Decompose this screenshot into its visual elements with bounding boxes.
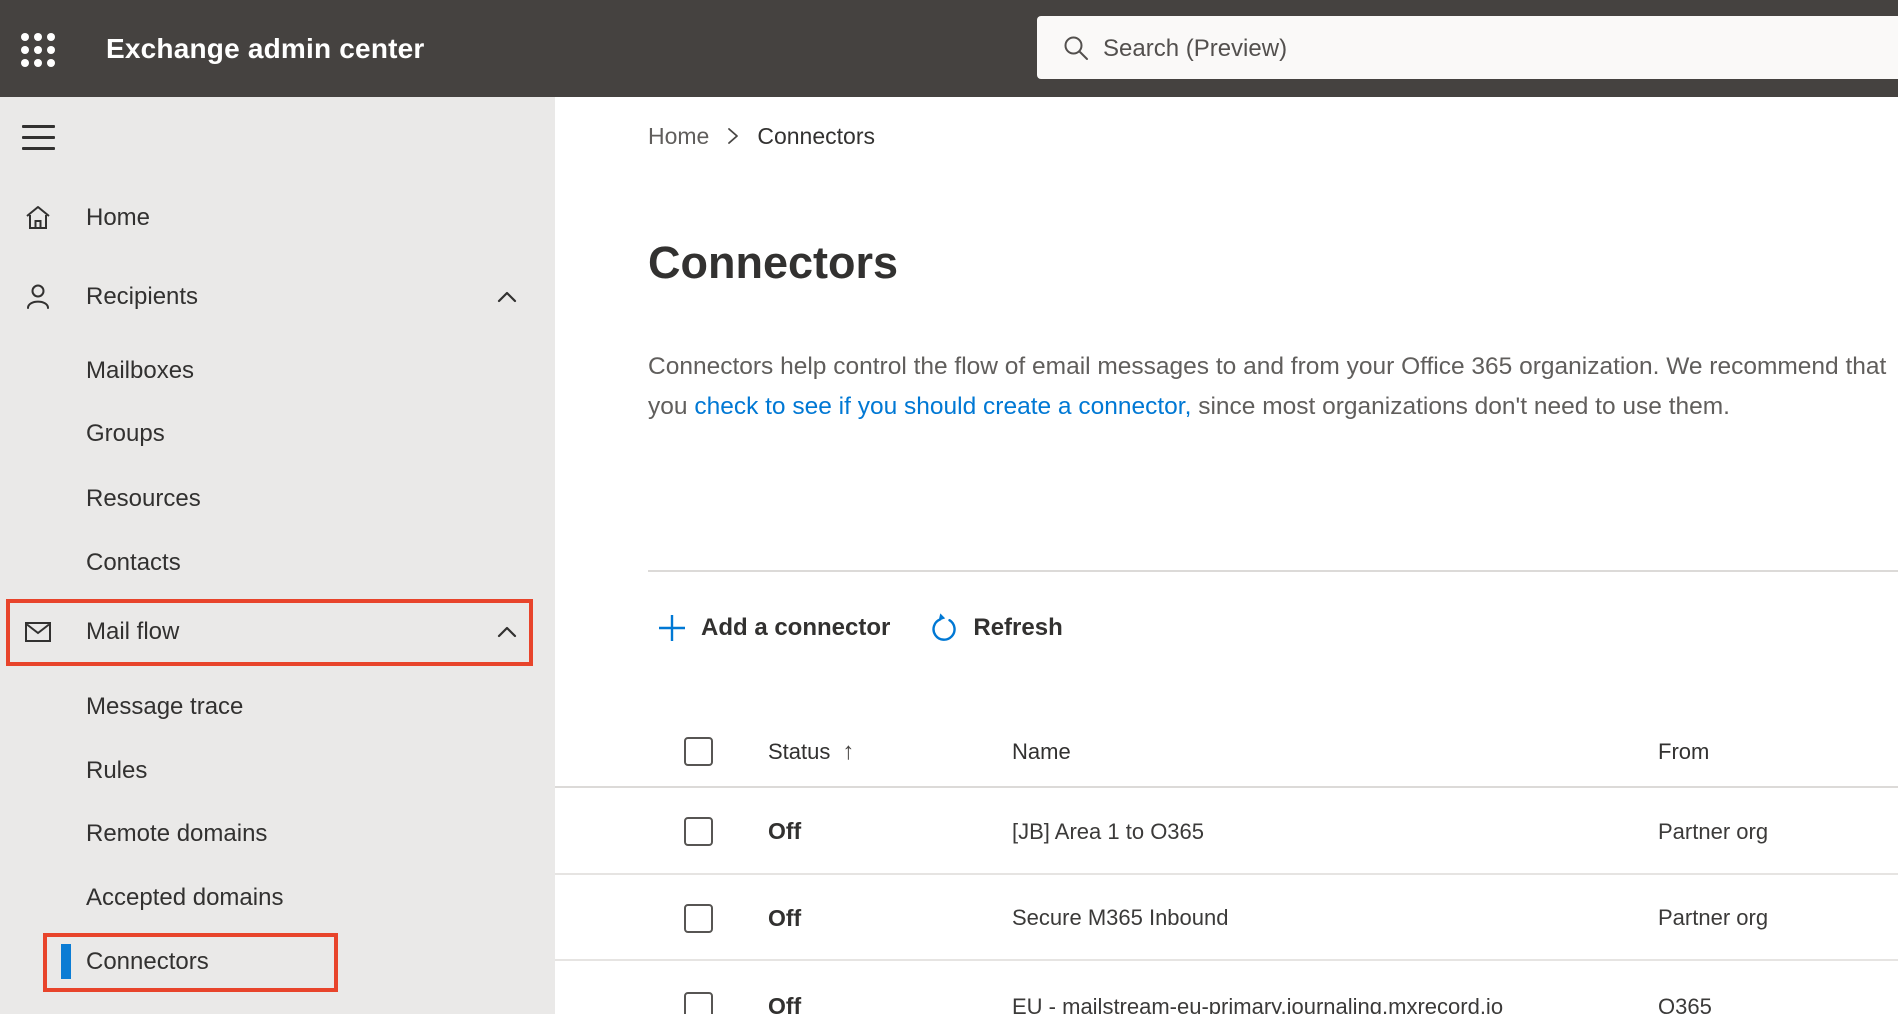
connector-name[interactable]: [JB] Area 1 to O365: [1012, 790, 1204, 873]
create-connector-check-link[interactable]: check to see if you should create a conn…: [694, 393, 1191, 420]
sidebar-item-remote-domains[interactable]: Remote domains: [0, 810, 555, 858]
search-input[interactable]: [1101, 16, 1865, 81]
connector-name[interactable]: Secure M365 Inbound: [1012, 877, 1229, 959]
chevron-up-icon[interactable]: [494, 284, 520, 310]
app-launcher-button[interactable]: [12, 24, 64, 76]
sidebar-item-label: Connectors: [86, 948, 209, 975]
sidebar: Home Recipients Mailboxes Groups Resourc…: [0, 97, 555, 1014]
table-header-row: Status ↑ Name From: [555, 717, 1898, 788]
connector-from: Partner org: [1658, 818, 1769, 844]
chevron-up-icon[interactable]: [494, 619, 520, 645]
sidebar-item-label: Mail flow: [86, 618, 180, 645]
column-header-label: Name: [1012, 738, 1071, 764]
add-connector-button[interactable]: Add a connector: [656, 612, 890, 644]
sidebar-item-label: Mailboxes: [86, 357, 195, 384]
chevron-right-icon: [725, 125, 741, 147]
nav-toggle-button[interactable]: [22, 125, 55, 150]
select-row-checkbox[interactable]: [684, 903, 713, 933]
sidebar-item-recipients[interactable]: Recipients: [0, 273, 555, 321]
column-header-label: Status: [768, 738, 831, 764]
topbar: Exchange admin center: [0, 0, 1898, 97]
column-header-status[interactable]: Status ↑: [768, 717, 854, 786]
page-description: Connectors help control the flow of emai…: [648, 347, 1893, 427]
app-title: Exchange admin center: [106, 33, 425, 64]
sidebar-item-label: Remote domains: [86, 820, 268, 847]
refresh-label: Refresh: [973, 614, 1063, 641]
sidebar-item-label: Accepted domains: [86, 884, 284, 911]
sidebar-item-label: Rules: [86, 757, 148, 784]
select-all-checkbox[interactable]: [684, 737, 713, 766]
waffle-icon: [21, 33, 55, 67]
search-box[interactable]: [1037, 16, 1898, 81]
plus-icon: [656, 612, 688, 644]
connector-status: Off: [768, 993, 802, 1014]
sidebar-item-resources[interactable]: Resources: [0, 475, 555, 523]
connector-from: O365: [1658, 993, 1712, 1014]
person-icon: [22, 281, 54, 313]
sidebar-item-home[interactable]: Home: [0, 194, 555, 242]
main-content: Home Connectors Connectors Connectors he…: [555, 97, 1898, 1014]
mail-icon: [22, 616, 54, 648]
connector-name[interactable]: EU - mailstream-eu-primary.journaling.mx…: [1012, 963, 1503, 1014]
sidebar-item-label: Recipients: [86, 283, 199, 310]
page-title: Connectors: [648, 237, 899, 288]
home-icon: [22, 202, 54, 234]
column-header-label: From: [1658, 738, 1710, 764]
description-text: since most organizations don't need to u…: [1191, 393, 1730, 420]
toolbar: Add a connector Refresh: [656, 599, 1063, 657]
connector-status: Off: [768, 904, 802, 931]
search-icon: [1061, 33, 1091, 63]
table-row[interactable]: Off [JB] Area 1 to O365 Partner org: [555, 790, 1898, 875]
sidebar-item-rules[interactable]: Rules: [0, 747, 555, 795]
sidebar-item-mail-flow[interactable]: Mail flow: [0, 608, 555, 656]
sidebar-item-label: Groups: [86, 420, 165, 447]
sidebar-item-accepted-domains[interactable]: Accepted domains: [0, 874, 555, 922]
table-row[interactable]: Off EU - mailstream-eu-primary.journalin…: [555, 963, 1898, 1014]
sidebar-item-label: Resources: [86, 485, 201, 512]
toolbar-divider: [648, 570, 1898, 572]
select-row-checkbox[interactable]: [684, 817, 713, 846]
sidebar-item-message-trace[interactable]: Message trace: [0, 683, 555, 731]
sidebar-item-groups[interactable]: Groups: [0, 410, 555, 458]
sidebar-item-connectors[interactable]: Connectors: [0, 938, 555, 986]
connector-from: Partner org: [1658, 905, 1769, 930]
select-row-checkbox[interactable]: [684, 992, 713, 1014]
column-header-from[interactable]: From: [1658, 717, 1709, 786]
column-header-name[interactable]: Name: [1012, 717, 1071, 786]
breadcrumb: Home Connectors: [648, 119, 875, 153]
sidebar-item-label: Contacts: [86, 549, 181, 576]
refresh-icon: [928, 612, 960, 644]
add-connector-label: Add a connector: [701, 614, 891, 641]
connector-status: Off: [768, 818, 802, 844]
sidebar-item-label: Home: [86, 204, 151, 231]
sidebar-item-label: Message trace: [86, 693, 244, 720]
breadcrumb-current: Connectors: [757, 122, 875, 149]
refresh-button[interactable]: Refresh: [928, 612, 1063, 644]
hamburger-icon: [22, 125, 55, 128]
breadcrumb-home-link[interactable]: Home: [648, 123, 709, 150]
sidebar-item-mailboxes[interactable]: Mailboxes: [0, 347, 555, 395]
table-row[interactable]: Off Secure M365 Inbound Partner org: [555, 877, 1898, 961]
sidebar-item-contacts[interactable]: Contacts: [0, 539, 555, 587]
sort-ascending-icon: ↑: [842, 737, 855, 765]
